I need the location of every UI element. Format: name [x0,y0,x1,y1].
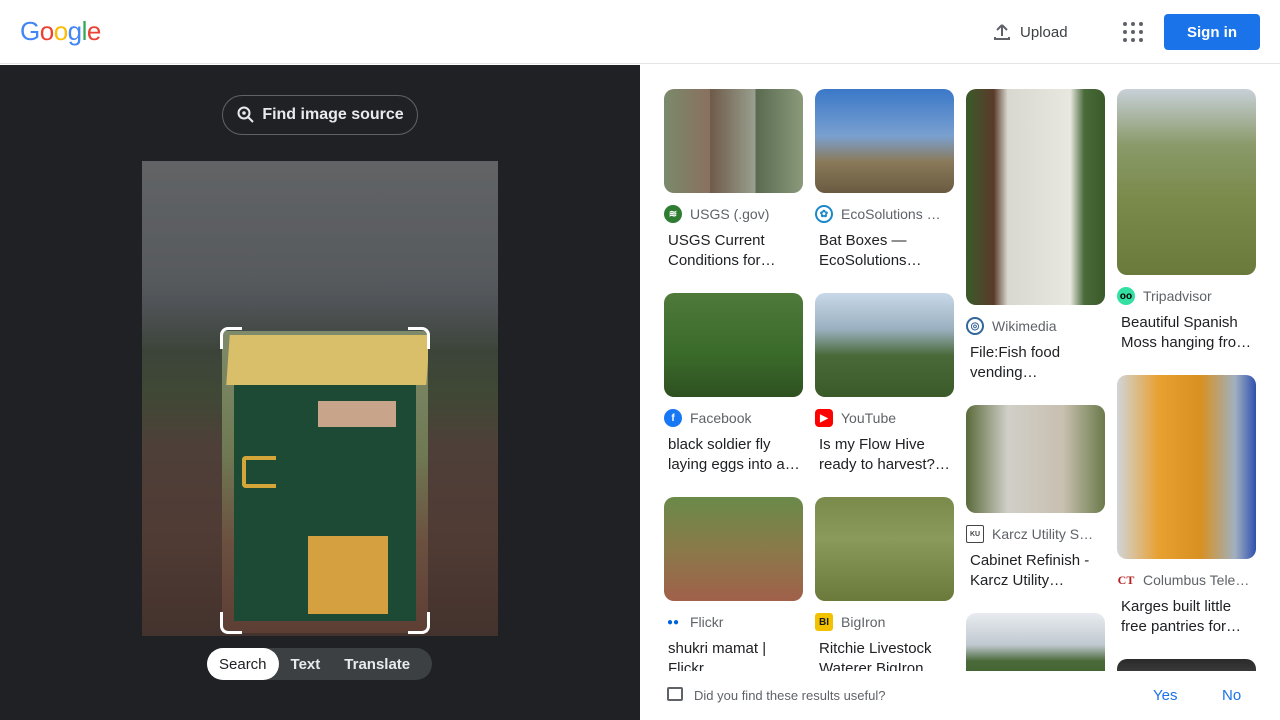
result-card[interactable]: ◎ Wikimedia File:Fish food vending… [966,89,1105,383]
result-thumbnail[interactable] [1117,659,1256,671]
result-thumbnail[interactable] [966,613,1105,671]
result-card[interactable]: ▶ YouTube Is my Flow Hive ready to harves… [815,293,954,475]
box-lid [226,335,428,385]
mode-text-tab[interactable]: Text [279,648,333,680]
result-thumbnail[interactable] [664,497,803,601]
result-source: Tripadvisor [1143,288,1212,304]
apps-grid-icon[interactable] [1120,20,1144,44]
result-card[interactable] [1117,659,1256,671]
result-title[interactable]: Karges built little free pantries for… [1117,597,1256,637]
result-source: BigIron [841,614,886,630]
crop-handle-bottom-left[interactable] [220,612,242,634]
result-card[interactable]: f Facebook black soldier fly laying eggs … [664,293,803,475]
find-image-source-label: Find image source [262,106,404,123]
feedback-no-button[interactable]: No [1222,687,1241,704]
result-source: Wikimedia [992,318,1057,334]
result-title[interactable]: File:Fish food vending… [966,343,1105,383]
feedback-bar: Did you find these results useful? Yes N… [640,671,1280,720]
columbus-telegram-favicon-icon: CT [1117,571,1135,589]
result-source: Columbus Tele… [1143,572,1250,588]
result-card[interactable]: KU Karcz Utility S… Cabinet Refinish - Ka… [966,405,1105,591]
result-card[interactable]: ✿ EcoSolutions … Bat Boxes — EcoSolutions… [815,89,954,271]
crop-handle-bottom-right[interactable] [408,612,430,634]
box-handle [242,456,276,488]
crop-handle-top-left[interactable] [220,327,242,349]
result-thumbnail[interactable] [664,293,803,397]
result-card[interactable]: BI BigIron Ritchie Livestock Waterer BigI… [815,497,954,671]
flickr-favicon-icon: ●● [664,613,682,631]
result-thumbnail[interactable] [966,405,1105,513]
result-card[interactable]: ≋ USGS (.gov) USGS Current Conditions for… [664,89,803,271]
results-column-2: ✿ EcoSolutions … Bat Boxes — EcoSolutions… [815,89,954,671]
sign-in-button[interactable]: Sign in [1164,14,1260,50]
feedback-question: Did you find these results useful? [694,688,886,703]
results-column-4: oo Tripadvisor Beautiful Spanish Moss han… [1117,89,1256,671]
result-card[interactable]: ●● Flickr shukri mamat | Flickr [664,497,803,671]
karcz-favicon-icon: KU [966,525,984,543]
lens-search-icon [237,106,255,123]
box-label-plate [318,401,396,427]
upload-button[interactable]: Upload [992,20,1068,44]
crop-handle-top-right[interactable] [408,327,430,349]
result-source: USGS (.gov) [690,206,770,222]
visual-matches: ≋ USGS (.gov) USGS Current Conditions for… [640,65,1280,671]
upload-icon [994,24,1010,40]
result-thumbnail[interactable] [815,293,954,397]
upload-label: Upload [1020,23,1068,41]
mode-search-tab[interactable]: Search [207,648,279,680]
result-thumbnail[interactable] [815,89,954,193]
result-source: YouTube [841,410,897,426]
feedback-yes-button[interactable]: Yes [1153,687,1177,704]
result-card[interactable]: oo Tripadvisor Beautiful Spanish Moss han… [1117,89,1256,353]
result-thumbnail[interactable] [1117,375,1256,559]
result-thumbnail[interactable] [664,89,803,193]
results-column-1: ≋ USGS (.gov) USGS Current Conditions for… [664,89,803,671]
result-thumbnail[interactable] [815,497,954,601]
result-title[interactable]: Cabinet Refinish - Karcz Utility… [966,551,1105,591]
result-card[interactable]: CT Columbus Tele… Karges built little fre… [1117,375,1256,637]
result-thumbnail[interactable] [1117,89,1256,275]
feedback-icon [667,687,683,701]
top-bar: Google Upload Sign in [0,0,1280,64]
youtube-favicon-icon: ▶ [815,409,833,427]
google-logo[interactable]: Google [20,16,101,47]
result-source: EcoSolutions … [841,206,941,222]
result-title[interactable]: Is my Flow Hive ready to harvest?… [815,435,954,475]
results-column-3: ◎ Wikimedia File:Fish food vending… KU Kar… [966,89,1105,671]
box-door [308,536,388,614]
find-image-source-button[interactable]: Find image source [222,95,418,135]
result-source: Facebook [690,410,752,426]
ecosolutions-favicon-icon: ✿ [815,205,833,223]
result-title[interactable]: Ritchie Livestock Waterer BigIron… [815,639,954,671]
result-title[interactable]: black soldier fly laying eggs into a… [664,435,803,475]
result-title[interactable]: Bat Boxes — EcoSolutions… [815,231,954,271]
result-title[interactable]: shukri mamat | Flickr [664,639,803,671]
result-source: Karcz Utility S… [992,526,1094,542]
facebook-favicon-icon: f [664,409,682,427]
tripadvisor-favicon-icon: oo [1117,287,1135,305]
wikimedia-favicon-icon: ◎ [966,317,984,335]
result-source: Flickr [690,614,724,630]
result-thumbnail[interactable] [966,89,1105,305]
usgs-favicon-icon: ≋ [664,205,682,223]
mode-switcher: Search Text Translate [207,648,432,680]
bigiron-favicon-icon: BI [815,613,833,631]
result-title[interactable]: USGS Current Conditions for… [664,231,803,271]
result-title[interactable]: Beautiful Spanish Moss hanging fro… [1117,313,1256,353]
crop-selection[interactable] [222,331,428,633]
mode-translate-tab[interactable]: Translate [332,648,422,680]
result-card[interactable] [966,613,1105,671]
